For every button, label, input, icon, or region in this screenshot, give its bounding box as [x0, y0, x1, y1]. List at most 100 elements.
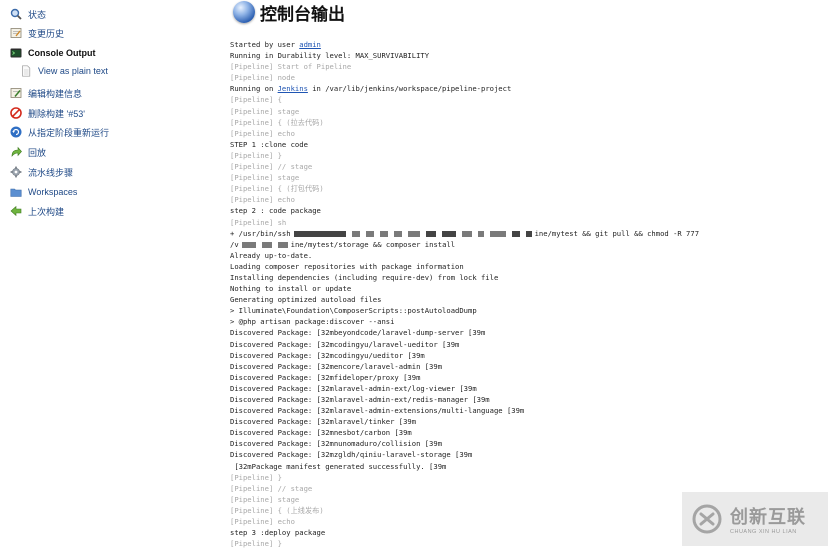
console-text: [32mPackage manifest generated successfu… [230, 461, 447, 471]
gear-icon [10, 166, 22, 178]
console-pipeline-line: [Pipeline] node [230, 72, 820, 83]
console-line: Discovered Package: [32mencore/laravel-a… [230, 361, 820, 372]
sidebar-item-replay[interactable]: 回放 [10, 144, 46, 160]
sidebar-item-label: Console Output [28, 48, 96, 58]
console-line: step 2 : code package [230, 205, 820, 216]
sidebar-item-label: 状态 [28, 9, 47, 20]
console-line: Discovered Package: [32mcodingyu/laravel… [230, 339, 820, 350]
notepad-edit-icon [10, 87, 22, 99]
console-pipeline-line: [Pipeline] echo [230, 194, 820, 205]
sidebar-item-plain-text[interactable]: View as plain text [20, 63, 108, 79]
console-text: [Pipeline] // stage [230, 483, 313, 493]
console-line: > Illuminate\Foundation\ComposerScripts:… [230, 305, 820, 316]
sidebar-item-restart-stage[interactable]: 从指定阶段重新运行 [10, 124, 109, 140]
console-text: Discovered Package: [32mfideloper/proxy … [230, 372, 421, 382]
console-pipeline-line: [Pipeline] { [230, 94, 820, 105]
watermark-brand: 创新互联 [730, 507, 806, 528]
console-line: Running in Durability level: MAX_SURVIVA… [230, 50, 820, 61]
console-text: [Pipeline] echo [230, 128, 295, 138]
console-text: [Pipeline] // stage [230, 162, 313, 172]
console-text: [Pipeline] } [230, 472, 282, 482]
console-text: Discovered Package: [32mzgldh/qiniu-lara… [230, 450, 473, 460]
console-text: [Pipeline] stage [230, 494, 300, 504]
watermark-logo-icon [692, 504, 722, 534]
console-line: Discovered Package: [32mlaravel-admin-ex… [230, 383, 820, 394]
console-text: > Illuminate\Foundation\ComposerScripts:… [230, 306, 477, 316]
sidebar-item-label: 流水线步骤 [28, 167, 74, 178]
folder-icon [10, 186, 22, 198]
redacted-block [425, 230, 436, 237]
sidebar-item-previous-build[interactable]: 上次构建 [10, 203, 64, 219]
sidebar-item-pipeline-steps[interactable]: 流水线步骤 [10, 164, 73, 180]
console-line: Discovered Package: [32mcodingyu/ueditor… [230, 350, 820, 361]
redacted-block [393, 230, 402, 237]
redacted-block [293, 230, 346, 237]
console-line: STEP 1 :clone code [230, 139, 820, 150]
console-link[interactable]: Jenkins [278, 84, 308, 93]
redacted-block [477, 230, 484, 237]
console-text: Discovered Package: [32mlaravel-admin-ex… [230, 406, 525, 416]
watermark-brand-en: CHUANG XIN HU LIAN [730, 529, 797, 535]
console-line: + /usr/bin/ssh ine/mytest && git pull && … [230, 228, 820, 239]
document-icon [20, 65, 32, 77]
sidebar-item-console-output[interactable]: Console Output [10, 45, 96, 61]
console-text: [Pipeline] echo [230, 195, 295, 205]
console-line: Discovered Package: [32mnesbot/carbon [3… [230, 427, 820, 438]
console-line: Discovered Package: [32mlaravel/tinker [… [230, 416, 820, 427]
sidebar-item-label: 从指定阶段重新运行 [28, 127, 110, 138]
redacted-block [441, 230, 456, 237]
console-text: Discovered Package: [32mlaravel-admin-ex… [230, 383, 477, 393]
console-orb-icon [233, 1, 255, 23]
console-text: Installing dependencies (including requi… [230, 272, 499, 282]
console-link[interactable]: admin [299, 40, 321, 49]
terminal-icon [10, 47, 22, 59]
sidebar-item-changes[interactable]: 变更历史 [10, 25, 64, 41]
redacted-block [511, 230, 520, 237]
console-text: > @php artisan package:discover --ansi [230, 317, 395, 327]
console-text: /v [230, 239, 239, 249]
console-line: Installing dependencies (including requi… [230, 272, 820, 283]
console-text: STEP 1 :clone code [230, 139, 308, 149]
console-text: [Pipeline] } [230, 150, 282, 160]
sidebar-item-label: 回放 [28, 147, 47, 158]
redacted-block [407, 230, 420, 237]
console-text: Started by user [230, 40, 300, 49]
sidebar-item-edit-build-info[interactable]: 编辑构建信息 [10, 85, 82, 101]
page-title-text: 控制台输出 [260, 4, 345, 25]
page-title: 控制台输出 [233, 0, 345, 25]
console-pipeline-line: [Pipeline] stage [230, 172, 820, 183]
console-pipeline-line: [Pipeline] echo [230, 128, 820, 139]
console-text: Generating optimized autoload files [230, 295, 382, 305]
redacted-block [379, 230, 388, 237]
console-line: Started by user admin [230, 39, 820, 50]
console-text: [Pipeline] echo [230, 517, 295, 527]
sidebar-item-label: 删除构建 '#53' [28, 108, 85, 119]
sidebar-item-delete-build[interactable]: 删除构建 '#53' [10, 105, 85, 121]
sidebar-item-label: 上次构建 [28, 206, 65, 217]
sidebar-item-label: Workspaces [28, 187, 78, 197]
console-line: > @php artisan package:discover --ansi [230, 316, 820, 327]
console-pipeline-line: [Pipeline] sh [230, 217, 820, 228]
console-line: Already up-to-date. [230, 250, 820, 261]
console-line: Loading composer repositories with packa… [230, 261, 820, 272]
redacted-block [365, 230, 374, 237]
redacted-block [241, 241, 256, 248]
replay-arrow-icon [10, 146, 22, 158]
console-pipeline-line: [Pipeline] { (拉去代码) [230, 117, 820, 128]
console-line: Discovered Package: [32mfideloper/proxy … [230, 372, 820, 383]
sidebar-item-status[interactable]: 状态 [10, 6, 46, 22]
redacted-block [525, 230, 532, 237]
console-line: Discovered Package: [32mlaravel-admin-ex… [230, 394, 820, 405]
console-line: Running on Jenkins in /var/lib/jenkins/w… [230, 83, 820, 94]
console-text: [Pipeline] { (拉去代码) [230, 117, 324, 127]
redacted-block [277, 241, 288, 248]
sidebar-item-workspaces[interactable]: Workspaces [10, 184, 77, 200]
console-line: Discovered Package: [32mlaravel-admin-ex… [230, 405, 820, 416]
console-text: Loading composer repositories with packa… [230, 261, 464, 271]
console-text: Already up-to-date. [230, 250, 313, 260]
no-entry-icon [10, 107, 22, 119]
console-text: Discovered Package: [32mcodingyu/ueditor… [230, 350, 425, 360]
console-text: Nothing to install or update [230, 284, 352, 294]
redacted-block [351, 230, 360, 237]
console-text: Discovered Package: [32mlaravel-admin-ex… [230, 395, 490, 404]
